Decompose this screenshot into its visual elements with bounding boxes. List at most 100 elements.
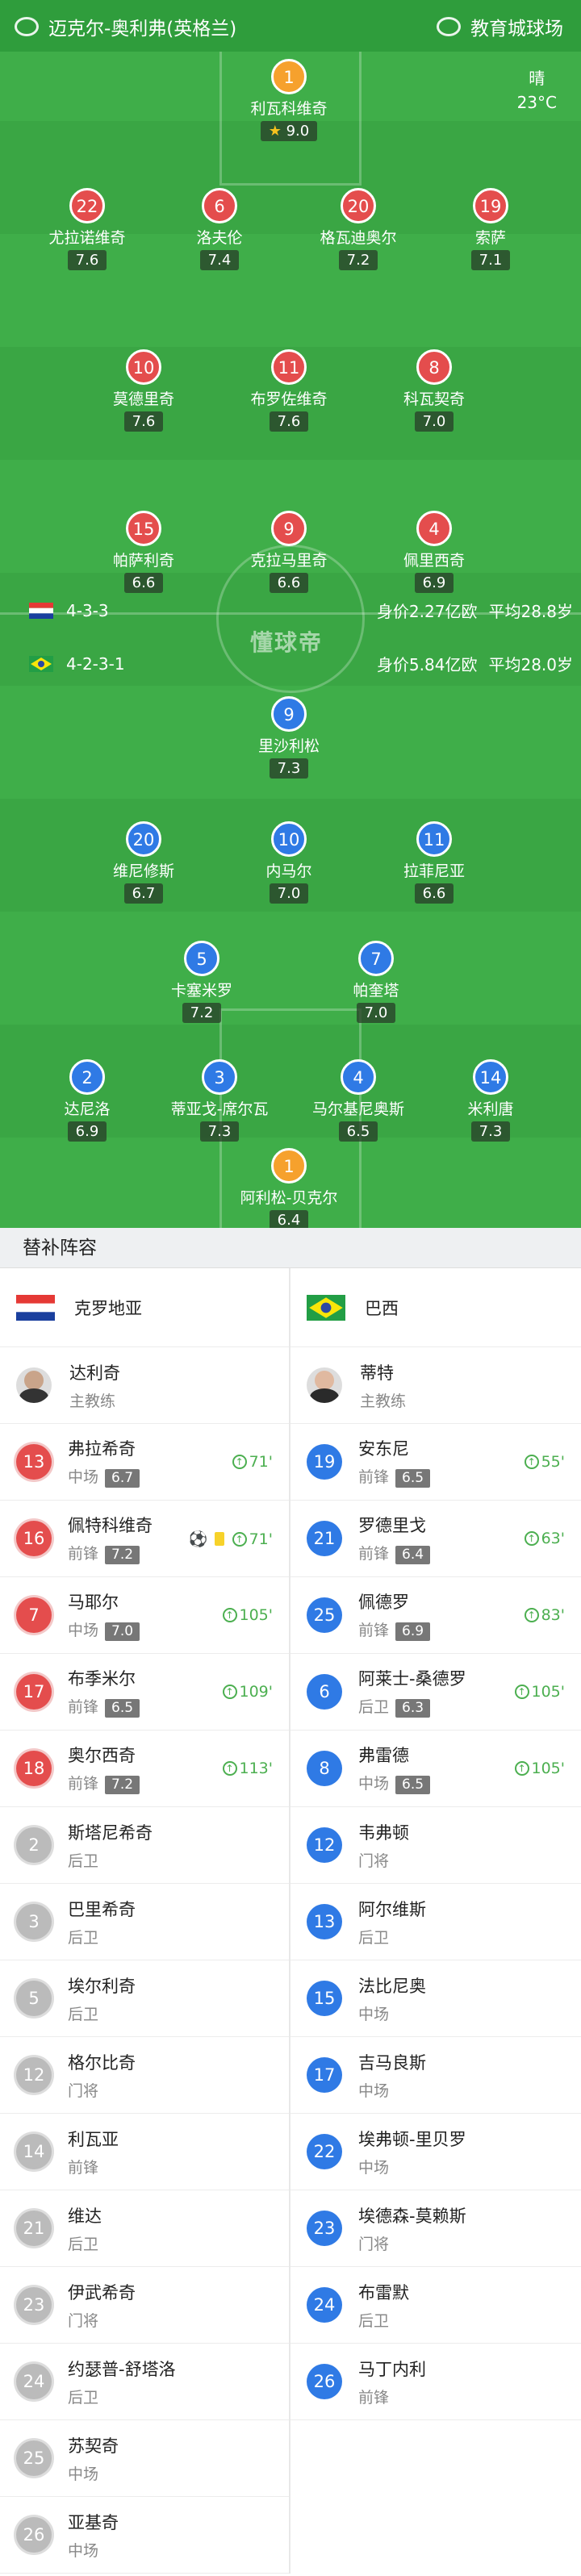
croatia-info: 4-3-3 身价2.27亿欧 平均28.8岁 bbox=[29, 599, 573, 622]
jersey-number: 8 bbox=[416, 349, 452, 385]
player-rating: 7.4 bbox=[199, 250, 240, 270]
player-21[interactable]: 1 阿利松-贝克尔 6.4 bbox=[200, 1148, 378, 1228]
jersey-number: 14 bbox=[473, 1059, 508, 1095]
croatia-formation: 4-3-3 bbox=[66, 600, 109, 620]
sub-player-row[interactable]: 7 马耶尔 中场 7.0 ↑ 105' bbox=[0, 1577, 289, 1654]
sub-player-row[interactable]: 2 斯塔尼希奇 后卫 bbox=[0, 1807, 289, 1884]
jersey-number: 23 bbox=[16, 2287, 52, 2323]
player-15[interactable]: 5 卡塞米罗 7.2 bbox=[113, 941, 290, 1023]
sub-player-row[interactable]: 8 弗雷德 中场 6.5 ↑ 105' bbox=[290, 1731, 581, 1807]
player-20[interactable]: 14 米利唐 7.3 bbox=[402, 1059, 579, 1142]
avatar bbox=[307, 1367, 342, 1403]
rating-value: 7.6 bbox=[75, 252, 99, 269]
sub-player-row[interactable]: 23 埃德森-莫赖斯 门将 bbox=[290, 2190, 581, 2267]
sub-in-marker: ↑ 105' bbox=[514, 1683, 565, 1701]
sub-player-row[interactable]: 17 吉马良斯 中场 bbox=[290, 2037, 581, 2114]
player-position: 中场 bbox=[68, 1468, 99, 1486]
jersey-number: 18 bbox=[16, 1751, 52, 1786]
rating-value: 6.9 bbox=[75, 1123, 99, 1140]
rating-value: 7.6 bbox=[132, 413, 156, 430]
brazil-team-name: 巴西 bbox=[365, 1298, 399, 1318]
player-10[interactable]: 4 佩里西奇 6.9 bbox=[345, 511, 523, 593]
player-name: 吉马良斯 bbox=[358, 2052, 426, 2073]
sub-player-row[interactable]: 26 马丁内利 前锋 bbox=[290, 2344, 581, 2420]
player-11[interactable]: 9 里沙利松 7.3 bbox=[200, 696, 378, 779]
player-name: 弗雷德 bbox=[358, 1746, 409, 1765]
player-4[interactable]: 19 索萨 7.1 bbox=[402, 188, 579, 270]
sub-player-row[interactable]: 13 弗拉希奇 中场 6.7 ↑ 71' bbox=[0, 1424, 289, 1501]
sub-player-row[interactable]: 3 巴里希奇 后卫 bbox=[0, 1884, 289, 1960]
sub-in-marker: ↑ 113' bbox=[222, 1760, 274, 1777]
player-rating: 6.7 bbox=[123, 883, 164, 904]
jersey-number: 15 bbox=[307, 1981, 342, 2016]
avatar bbox=[16, 1367, 52, 1403]
pitch: 迈克尔-奥利弗(英格兰) 教育城球场 晴 23°C 懂球帝 4-3-3 身价2.2… bbox=[0, 0, 581, 1228]
croatia-coach-row[interactable]: 达利奇 主教练 bbox=[0, 1347, 289, 1424]
player-name: 佩里西奇 bbox=[403, 552, 465, 570]
croatia-team-row[interactable]: 克罗地亚 bbox=[0, 1268, 289, 1347]
venue-name: 教育城球场 bbox=[470, 19, 563, 40]
player-rating: 7.6 bbox=[67, 250, 107, 270]
sub-player-row[interactable]: 23 伊武希奇 门将 bbox=[0, 2267, 289, 2344]
player-position: 中场 bbox=[68, 1622, 99, 1639]
player-position: 后卫 bbox=[68, 2005, 99, 2023]
match-header: 迈克尔-奥利弗(英格兰) 教育城球场 bbox=[0, 0, 581, 52]
player-name: 巴里希奇 bbox=[68, 1899, 136, 1919]
weather-condition: 晴 bbox=[529, 69, 545, 88]
player-16[interactable]: 7 帕奎塔 7.0 bbox=[287, 941, 465, 1023]
sub-player-row[interactable]: 24 布雷默 后卫 bbox=[290, 2267, 581, 2344]
sub-player-row[interactable]: 5 埃尔利奇 后卫 bbox=[0, 1960, 289, 2037]
player-14[interactable]: 11 拉菲尼亚 6.6 bbox=[345, 821, 523, 904]
player-rating: 6.9 bbox=[67, 1121, 107, 1142]
sub-player-row[interactable]: 6 阿莱士-桑德罗 后卫 6.3 ↑ 105' bbox=[290, 1654, 581, 1731]
sub-player-row[interactable]: 16 佩特科维奇 前锋 7.2 ⚽ ↑ 71' bbox=[0, 1501, 289, 1577]
brazil-value: 身价5.84亿欧 bbox=[376, 655, 478, 674]
sub-player-row[interactable]: 18 奥尔西奇 前锋 7.2 ↑ 113' bbox=[0, 1731, 289, 1807]
player-position: 中场 bbox=[68, 2541, 99, 2560]
croatia-flag-icon bbox=[16, 1294, 55, 1321]
jersey-number: 25 bbox=[16, 2440, 52, 2476]
sub-player-row[interactable]: 14 利瓦亚 前锋 bbox=[0, 2114, 289, 2190]
sub-player-row[interactable]: 21 罗德里戈 前锋 6.4 ↑ 63' bbox=[290, 1501, 581, 1577]
player-rating: 6.6 bbox=[414, 883, 454, 904]
player-0[interactable]: 1 利瓦科维奇 ★ 9.0 bbox=[200, 59, 378, 141]
player-7[interactable]: 8 科瓦契奇 7.0 bbox=[345, 349, 523, 432]
sub-player-row[interactable]: 25 苏契奇 中场 bbox=[0, 2420, 289, 2497]
player-position: 前锋 bbox=[68, 1775, 99, 1793]
sub-in-icon: ↑ bbox=[222, 1685, 237, 1699]
jersey-number: 26 bbox=[16, 2517, 52, 2553]
sub-player-row[interactable]: 21 维达 后卫 bbox=[0, 2190, 289, 2267]
sub-player-row[interactable]: 25 佩德罗 前锋 6.9 ↑ 83' bbox=[290, 1577, 581, 1654]
rating-value: 7.0 bbox=[277, 885, 301, 902]
player-name: 拉菲尼亚 bbox=[403, 862, 465, 880]
brazil-coach-row[interactable]: 蒂特 主教练 bbox=[290, 1347, 581, 1424]
sub-player-row[interactable]: 19 安东尼 前锋 6.5 ↑ 55' bbox=[290, 1424, 581, 1501]
player-position: 前锋 bbox=[358, 1545, 390, 1563]
sub-player-row[interactable]: 26 亚基奇 中场 bbox=[0, 2497, 289, 2574]
sub-player-row[interactable]: 12 韦弗顿 门将 bbox=[290, 1807, 581, 1884]
player-rating: 6.7 bbox=[105, 1469, 140, 1488]
brazil-age: 平均28.0岁 bbox=[488, 655, 573, 674]
brazil-flag-icon bbox=[307, 1294, 345, 1321]
player-rating: 6.5 bbox=[395, 1469, 431, 1488]
sub-in-icon: ↑ bbox=[524, 1531, 539, 1546]
sub-in-icon: ↑ bbox=[524, 1608, 539, 1622]
jersey-number: 14 bbox=[16, 2134, 52, 2169]
sub-player-row[interactable]: 13 阿尔维斯 后卫 bbox=[290, 1884, 581, 1960]
sub-player-row[interactable]: 15 法比尼奥 中场 bbox=[290, 1960, 581, 2037]
sub-player-row[interactable]: 22 埃弗顿-里贝罗 中场 bbox=[290, 2114, 581, 2190]
sub-player-row[interactable]: 17 布季米尔 前锋 6.5 ↑ 109' bbox=[0, 1654, 289, 1731]
sub-player-row[interactable]: 24 约瑟普-舒塔洛 后卫 bbox=[0, 2344, 289, 2420]
sub-player-row[interactable]: 12 格尔比奇 门将 bbox=[0, 2037, 289, 2114]
player-rating: 7.0 bbox=[414, 411, 454, 432]
croatia-flag-icon bbox=[29, 602, 53, 619]
brazil-team-row[interactable]: 巴西 bbox=[290, 1268, 581, 1347]
player-rating: 6.5 bbox=[105, 1699, 140, 1718]
jersey-number: 5 bbox=[184, 941, 219, 976]
jersey-number: 7 bbox=[16, 1597, 52, 1633]
jersey-number: 13 bbox=[16, 1444, 52, 1480]
sub-minute: 113' bbox=[239, 1760, 274, 1777]
jersey-number: 19 bbox=[473, 188, 508, 223]
jersey-number: 20 bbox=[126, 821, 161, 857]
player-name: 帕奎塔 bbox=[353, 982, 399, 1000]
